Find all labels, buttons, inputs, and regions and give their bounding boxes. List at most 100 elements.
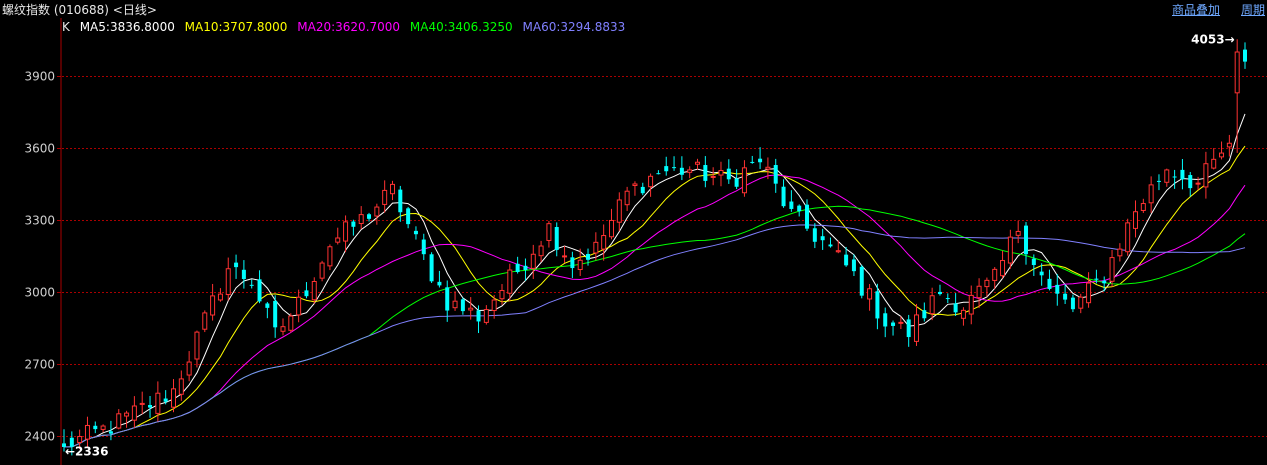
- candle-body-up: [1086, 282, 1092, 304]
- candle-body-up: [170, 388, 176, 408]
- candle-body-up: [1219, 152, 1225, 158]
- candle-body-up: [311, 280, 317, 301]
- candle-body-up: [718, 169, 724, 176]
- candle-body-down: [773, 165, 778, 184]
- candle-body-down: [586, 253, 591, 260]
- candle-body-down: [421, 239, 426, 255]
- candle-body-up: [1015, 230, 1021, 236]
- candle-body-up: [288, 315, 294, 331]
- candle-body-down: [406, 208, 411, 225]
- candle-body-up: [546, 223, 552, 241]
- candle-body-up: [593, 241, 599, 254]
- candle-body-down: [805, 204, 810, 229]
- candle-body-up: [116, 413, 122, 429]
- ma-legend: K MA5:3836.8000 MA10:3707.8000 MA20:3620…: [62, 20, 631, 34]
- candle-body-up: [178, 378, 184, 395]
- candle-body-down: [679, 167, 684, 175]
- candle-body-up: [968, 294, 974, 315]
- ma-line-ma10: [63, 145, 1246, 448]
- candle-body-up: [1226, 142, 1232, 148]
- candle-body-down: [445, 287, 450, 311]
- candle-body-up: [1125, 222, 1131, 253]
- candle-body-up: [343, 221, 349, 242]
- candle-body-down: [437, 281, 442, 286]
- legend-ma40: MA40:3406.3250: [409, 20, 513, 34]
- candle-body-down: [398, 189, 403, 213]
- candle-body-down: [249, 284, 254, 286]
- candle-body-up: [1078, 296, 1084, 309]
- candle-body-up: [914, 314, 920, 342]
- candle-body-down: [1172, 176, 1177, 178]
- candle-body-up: [124, 412, 130, 417]
- candle-body-down: [859, 266, 864, 296]
- candle-body-up: [765, 166, 771, 170]
- ma-line-ma40: [63, 205, 1246, 448]
- candle-body-up: [1211, 158, 1217, 169]
- candle-body-up: [710, 175, 716, 178]
- candle-body-down: [93, 425, 98, 430]
- candle-body-up: [1133, 211, 1139, 229]
- candle-body-down: [1156, 180, 1161, 182]
- y-tick-label: 3900: [24, 70, 55, 84]
- candle-body-down: [570, 257, 575, 269]
- candle-body-down: [351, 221, 356, 227]
- candle-body-up: [217, 293, 223, 301]
- candle-body-down: [1031, 258, 1036, 266]
- candle-body-down: [664, 166, 669, 172]
- candlestick-chart: 2400 2700 3000 3300 3600 3900 4053→ ←2336: [24, 18, 1267, 465]
- candle-body-down: [656, 173, 661, 175]
- candle-body-up: [327, 246, 333, 267]
- candle-body-down: [413, 230, 418, 235]
- candle-body-down: [163, 398, 168, 402]
- candle-body-up: [452, 300, 458, 309]
- candle-body-down: [891, 322, 896, 326]
- candle-body-down: [234, 262, 239, 268]
- candle-body-up: [624, 190, 630, 206]
- period-link[interactable]: 周期: [1241, 1, 1265, 18]
- candle-body-up: [499, 290, 505, 300]
- candle-body-up: [1195, 182, 1201, 185]
- candle-body-up: [1007, 236, 1013, 264]
- candle-body-down: [640, 186, 645, 194]
- candle-body-up: [335, 237, 341, 243]
- candle-body-down: [797, 205, 802, 212]
- candle-body-up: [84, 424, 90, 440]
- candle-body-up: [194, 331, 200, 360]
- candle-body-up: [608, 219, 614, 238]
- candle-body-up: [202, 312, 208, 330]
- candle-body-up: [139, 402, 145, 405]
- title-bar: 螺纹指数 (010688) <日线> 商品叠加 周期: [0, 0, 1267, 18]
- legend-ma5: MA5:3836.8000: [79, 20, 175, 34]
- candle-body-up: [648, 175, 654, 188]
- candle-body-up: [898, 321, 904, 324]
- candle-body-up: [389, 183, 395, 195]
- candle-body-down: [875, 291, 880, 319]
- candle-body-down: [851, 259, 856, 272]
- candle-body-down: [758, 158, 763, 163]
- candle-body-up: [601, 235, 607, 250]
- candle-body-up: [741, 167, 747, 194]
- candle-body-up: [483, 309, 489, 323]
- candle-body-up: [468, 307, 474, 311]
- overlay-commodity-link[interactable]: 商品叠加: [1172, 1, 1220, 18]
- candle-body-down: [1047, 278, 1052, 289]
- candle-body-up: [296, 296, 302, 316]
- candle-body-down: [945, 298, 950, 300]
- candle-body-down: [1094, 278, 1099, 280]
- candle-body-up: [695, 161, 701, 165]
- candle-body-down: [750, 161, 755, 163]
- y-tick-label: 2400: [24, 430, 55, 444]
- low-annotation: ←2336: [65, 445, 108, 459]
- candle-body-down: [844, 254, 849, 266]
- candle-body-up: [960, 309, 966, 319]
- candle-body-up: [507, 269, 513, 294]
- candle-body-up: [374, 206, 380, 217]
- candle-body-down: [1180, 169, 1185, 180]
- candle-body-down: [476, 310, 481, 322]
- candle-body-up: [155, 392, 161, 414]
- candle-body-up: [577, 259, 583, 271]
- candle-body-down: [1070, 297, 1075, 310]
- candle-body-up: [1000, 260, 1006, 277]
- candle-body-up: [984, 279, 990, 288]
- k-label: K: [62, 20, 70, 34]
